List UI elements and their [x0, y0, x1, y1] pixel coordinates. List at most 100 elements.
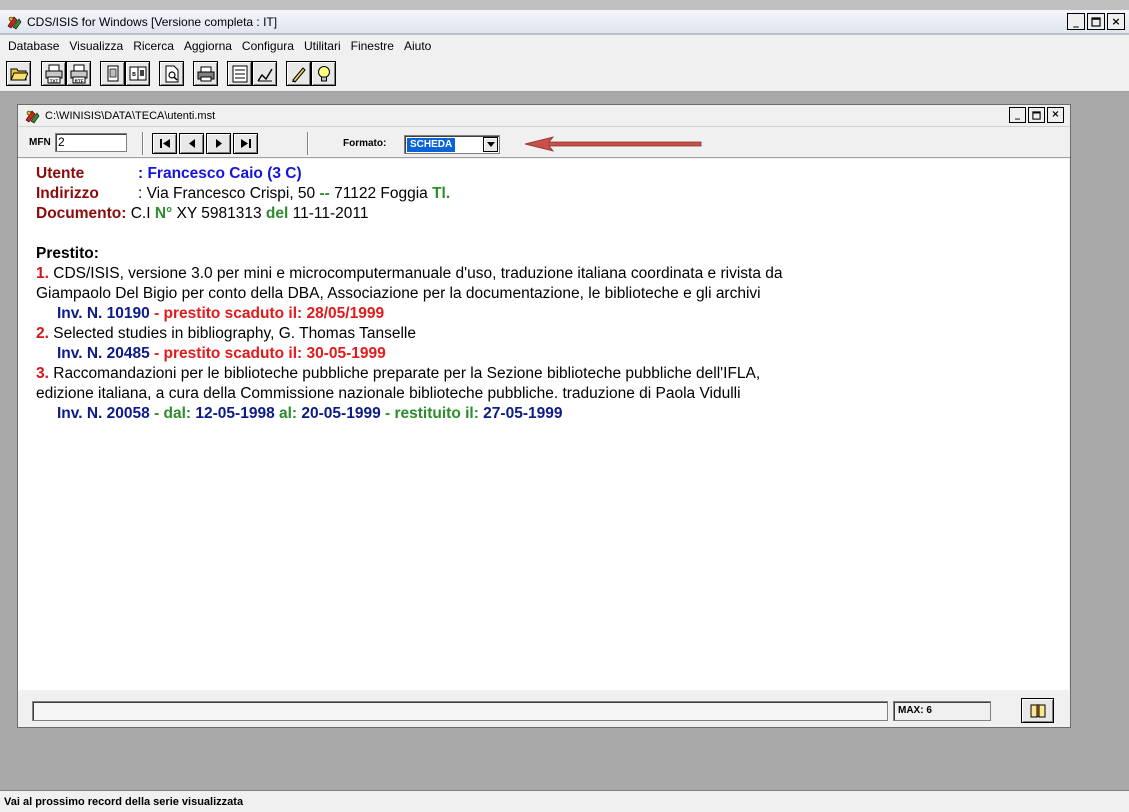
- loan-2-text: Selected studies in bibliography, G. Tho…: [48, 325, 416, 342]
- print-rtf-button[interactable]: RTF: [66, 61, 91, 86]
- indirizzo-line: Indirizzo: Via Francesco Crispi, 50 -- 7…: [36, 184, 1069, 204]
- menu-visualizza[interactable]: Visualizza: [64, 39, 128, 53]
- loan-3-dal-label: - dal:: [149, 405, 196, 422]
- open-book-button[interactable]: [1021, 698, 1054, 723]
- printer-icon: [197, 66, 214, 81]
- loan-1-title: 1. CDS/ISIS, versione 3.0 per mini e mic…: [36, 264, 1069, 284]
- menu-finestre[interactable]: Finestre: [346, 39, 399, 53]
- child-maximize-button[interactable]: [1028, 107, 1045, 123]
- next-record-icon: [215, 139, 222, 148]
- red-pointer-arrow: [524, 136, 702, 152]
- loan-3-text: Raccomandazioni per le biblioteche pubbl…: [48, 365, 761, 382]
- maximize-icon: [1091, 16, 1101, 27]
- copy-record-button[interactable]: [100, 61, 125, 86]
- txt-label: TXT: [49, 78, 58, 83]
- indirizzo-separator: --: [319, 185, 330, 202]
- svg-text:B: B: [132, 72, 136, 78]
- loan-1-text: CDS/ISIS, versione 3.0 per mini e microc…: [48, 265, 783, 282]
- previous-record-button[interactable]: [179, 133, 204, 154]
- help-button[interactable]: [311, 61, 336, 86]
- child-close-button[interactable]: ×: [1047, 107, 1064, 123]
- indirizzo-tl: Tl.: [432, 185, 451, 202]
- documento-number: XY 5981313: [172, 205, 266, 222]
- loan-2-inv: Inv. N. 20485: [57, 345, 150, 362]
- pencil-button[interactable]: [286, 61, 311, 86]
- menu-database[interactable]: Database: [3, 39, 64, 53]
- indirizzo-value: : Via Francesco Crispi, 50: [138, 185, 320, 202]
- maximize-button[interactable]: [1087, 13, 1105, 30]
- copy-record-icon: [107, 65, 118, 81]
- menu-utilitari[interactable]: Utilitari: [299, 39, 346, 53]
- mdi-workspace: C:\WINISIS\DATA\TECA\utenti.mst _ × MFN …: [0, 92, 1129, 790]
- record-window-controls: _ ×: [1009, 107, 1064, 123]
- app-statusbar: Vai al prossimo record della serie visua…: [0, 790, 1129, 812]
- loan-1-title-cont: Giampaolo Del Bigio per conto della DBA,…: [36, 285, 761, 302]
- loan-3-title-cont: edizione italiana, a cura della Commissi…: [36, 385, 741, 402]
- utente-value: : Francesco Caio (3 C): [138, 165, 302, 182]
- print-rtf-icon: RTF: [70, 64, 87, 83]
- record-window-title: C:\WINISIS\DATA\TECA\utenti.mst: [45, 109, 216, 122]
- open-folder-icon: [9, 68, 28, 80]
- record-window: C:\WINISIS\DATA\TECA\utenti.mst _ × MFN …: [17, 104, 1071, 728]
- formato-selected-value: SCHEDA: [407, 138, 456, 152]
- utente-line: Utente: Francesco Caio (3 C): [36, 164, 1069, 184]
- print-txt-button[interactable]: TXT: [41, 61, 66, 86]
- close-button[interactable]: ×: [1107, 13, 1125, 30]
- cdsisis-doc-icon[interactable]: [24, 108, 40, 124]
- book-icon: [1030, 703, 1045, 718]
- copy-all-icon: B: [129, 66, 146, 80]
- loan-3-number: 3.: [36, 365, 49, 382]
- loan-3-al-label: al:: [274, 405, 302, 422]
- lightbulb-icon: [317, 65, 330, 81]
- loan-3-title: 3. Raccomandazioni per le biblioteche pu…: [36, 364, 1069, 384]
- mfn-input[interactable]: 2: [55, 133, 127, 152]
- formato-dropdown-button[interactable]: [483, 137, 498, 152]
- record-status-field: [32, 701, 888, 721]
- previous-record-icon: [188, 139, 195, 148]
- copy-all-button[interactable]: B: [125, 61, 150, 86]
- first-record-icon: [159, 139, 170, 148]
- toolbar-separator: [307, 132, 309, 155]
- documento-label: Documento:: [36, 205, 127, 222]
- loan-3-al-value: 20-05-1999: [301, 405, 381, 422]
- edit-record-button[interactable]: [252, 61, 277, 86]
- minimize-button[interactable]: _: [1067, 13, 1085, 30]
- menu-ricerca[interactable]: Ricerca: [128, 39, 179, 53]
- loan-1-status: - prestito scaduto il: 28/05/1999: [149, 305, 385, 322]
- next-record-button[interactable]: [206, 133, 231, 154]
- record-navigation-bar: MFN 2 Formato: SCHEDA: [18, 128, 1070, 158]
- formato-select[interactable]: SCHEDA: [404, 135, 500, 154]
- menu-bar: Database Visualizza Ricerca Aggiorna Con…: [0, 35, 1129, 56]
- loan-2-status: - prestito scaduto il: 30-05-1999: [149, 345, 386, 362]
- child-minimize-button[interactable]: _: [1009, 107, 1026, 123]
- record-window-titlebar: C:\WINISIS\DATA\TECA\utenti.mst _ ×: [18, 105, 1070, 127]
- record-window-statusbar: MAX: 6: [18, 691, 1070, 727]
- app-titlebar: CDS/ISIS for Windows [Versione completa …: [0, 10, 1129, 34]
- print-txt-icon: TXT: [45, 64, 62, 83]
- form-icon: [232, 65, 247, 82]
- loan-3-restituito-value: 27-05-1999: [483, 405, 563, 422]
- main-toolbar: TXT RTF B: [0, 56, 1129, 92]
- indirizzo-city: 71122 Foggia: [329, 185, 433, 202]
- edit-icon: [256, 68, 273, 81]
- menu-configura[interactable]: Configura: [237, 39, 299, 53]
- loan-2-number: 2.: [36, 325, 49, 342]
- max-records-field: MAX: 6: [893, 701, 991, 721]
- last-record-button[interactable]: [233, 133, 258, 154]
- preview-button[interactable]: [159, 61, 184, 86]
- preview-icon: [165, 65, 178, 82]
- first-record-button[interactable]: [152, 133, 177, 154]
- open-database-button[interactable]: [6, 61, 31, 86]
- menu-aggiorna[interactable]: Aggiorna: [179, 39, 237, 53]
- print-button[interactable]: [193, 61, 218, 86]
- chevron-down-icon: [486, 142, 495, 147]
- menu-aiuto[interactable]: Aiuto: [399, 39, 436, 53]
- cdsisis-app-icon[interactable]: [6, 14, 22, 30]
- form-button[interactable]: [227, 61, 252, 86]
- loan-1-inventory: Inv. N. 10190 - prestito scaduto il: 28/…: [36, 304, 1069, 324]
- loan-1-number: 1.: [36, 265, 49, 282]
- pencil-icon: [291, 66, 306, 83]
- prestito-heading: Prestito:: [36, 245, 99, 262]
- toolbar-separator: [142, 132, 144, 155]
- loan-3-dal-value: 12-05-1998: [195, 405, 275, 422]
